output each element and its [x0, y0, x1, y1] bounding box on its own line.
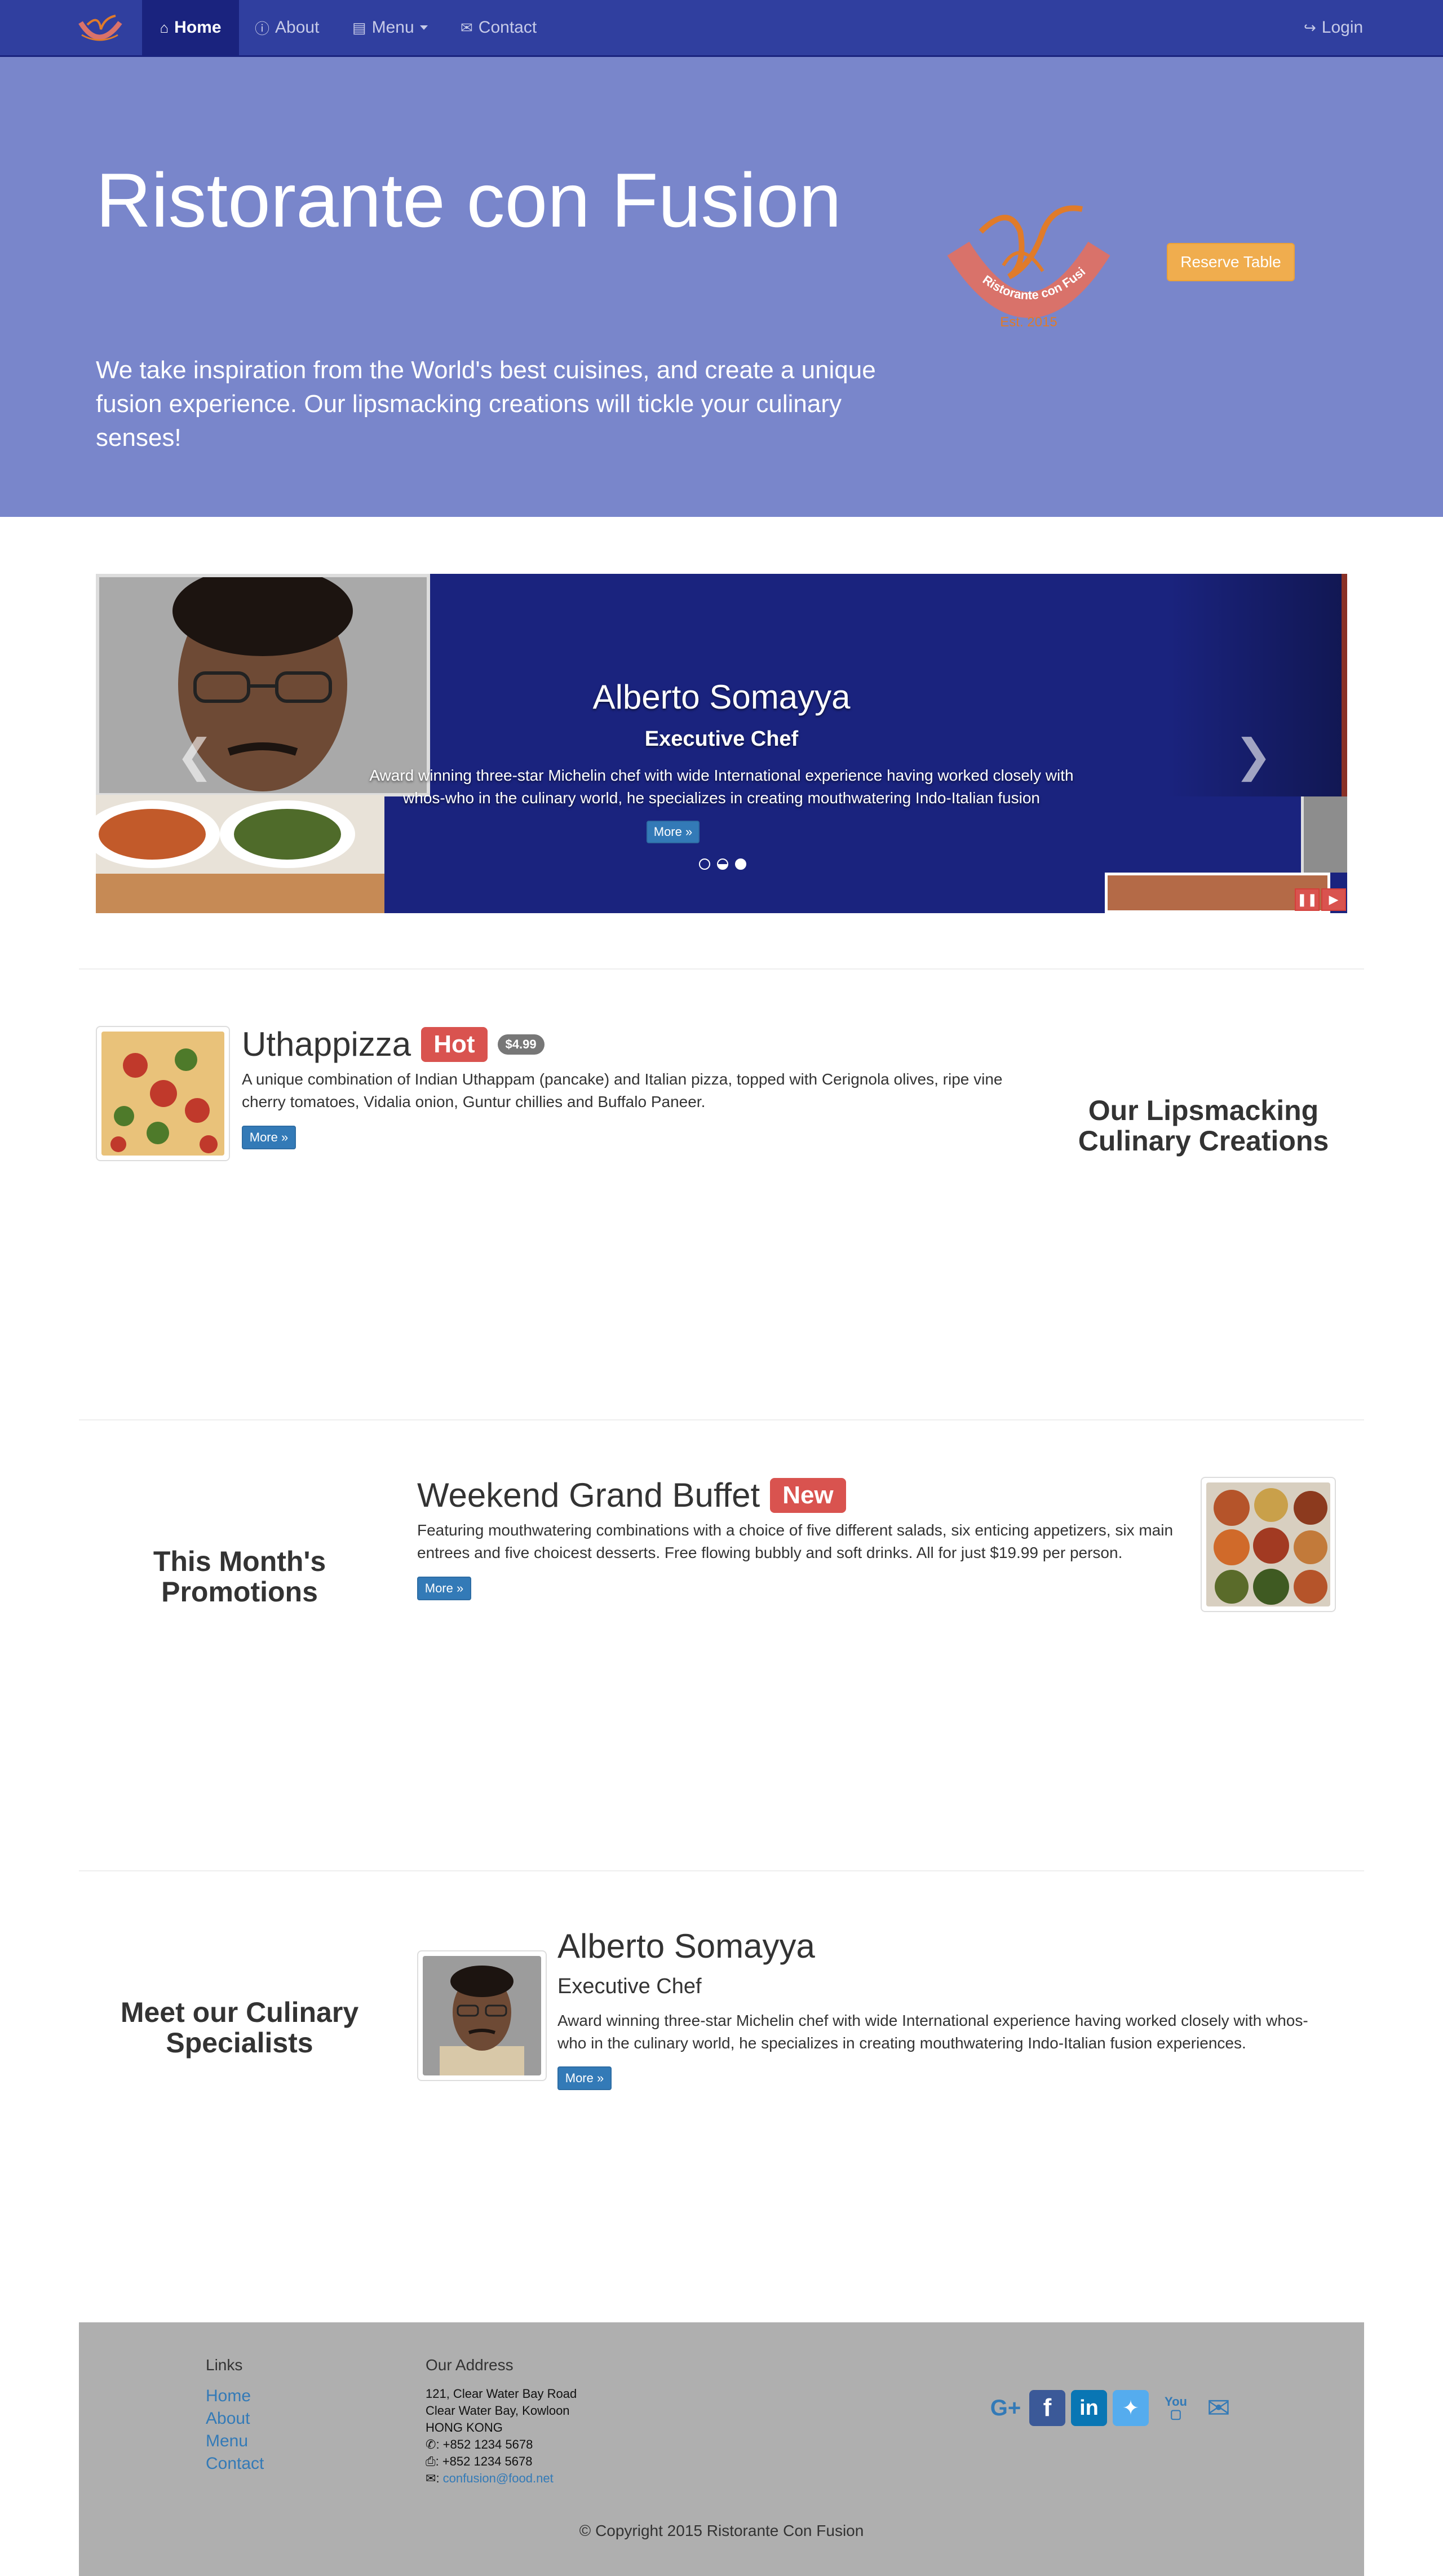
- footer-link-home[interactable]: Home: [206, 2387, 251, 2406]
- leader-description: Award winning three-star Michelin chef w…: [557, 2012, 1308, 2052]
- info-icon: ⓘ: [255, 20, 270, 37]
- dish-more-button[interactable]: More »: [242, 1126, 296, 1149]
- play-icon[interactable]: ▶: [1321, 888, 1346, 911]
- food-image-left: [96, 795, 384, 913]
- brand-logo[interactable]: [76, 12, 124, 47]
- login-icon: ↪: [1304, 19, 1316, 36]
- dish-heading: Uthappizza Hot $4.99: [242, 1025, 545, 1064]
- carousel-caption-title: Alberto Somayya: [592, 678, 851, 716]
- promotion-section-heading: This Month's Promotions: [153, 1546, 326, 1608]
- mail-icon[interactable]: ✉: [1201, 2390, 1237, 2426]
- address-line: 121, Clear Water Bay Road: [426, 2387, 577, 2401]
- leader-more-button[interactable]: More »: [557, 2066, 612, 2090]
- nav-login[interactable]: ↪ Login: [1304, 0, 1363, 55]
- divider: [79, 1870, 1364, 1871]
- promotion-heading: Weekend Grand Buffet New: [417, 1476, 846, 1515]
- footer-address-heading: Our Address: [426, 2356, 514, 2374]
- fax-number: : +852 1234 5678: [435, 2454, 533, 2468]
- address-line: Clear Water Bay, Kowloon: [426, 2404, 570, 2418]
- nav-home-label: Home: [174, 18, 222, 37]
- twitter-icon[interactable]: ✦: [1113, 2390, 1149, 2426]
- footer-link-menu[interactable]: Menu: [206, 2432, 248, 2451]
- nav-contact[interactable]: ✉ Contact: [461, 0, 537, 55]
- phone-line: ✆: +852 1234 5678: [426, 2436, 577, 2453]
- promotion-description: Featuring mouthwatering combinations wit…: [417, 1521, 1174, 1561]
- jumbotron: Ristorante con Fusion We take inspiratio…: [0, 57, 1443, 517]
- nav-about-label: About: [275, 18, 320, 37]
- leader-section-heading: Meet our Culinary Specialists: [120, 1997, 359, 2059]
- linkedin-icon[interactable]: in: [1071, 2390, 1107, 2426]
- footer-links-heading: Links: [206, 2356, 243, 2374]
- new-label: New: [770, 1477, 846, 1513]
- envelope-icon: ✉: [426, 2471, 436, 2485]
- envelope-icon: ✉: [461, 19, 473, 36]
- phone-number: : +852 1234 5678: [436, 2437, 533, 2451]
- nav-menu-label: Menu: [371, 18, 414, 37]
- hot-label: Hot: [421, 1026, 488, 1062]
- promotion-name: Weekend Grand Buffet: [417, 1476, 760, 1514]
- promotion-thumbnail: [1201, 1477, 1336, 1612]
- restaurant-logo: Ristorante con Fusion Est. 2015: [947, 198, 1110, 330]
- carousel-caption-text: Award winning three-star Michelin chef w…: [364, 767, 1079, 813]
- chevron-left-icon[interactable]: ❮: [176, 729, 214, 782]
- promotion-more-button[interactable]: More »: [417, 1577, 471, 1600]
- food-image-right: [1301, 796, 1347, 873]
- dish-thumbnail: [96, 1026, 230, 1161]
- jumbotron-text: We take inspiration from the World's bes…: [96, 356, 876, 452]
- jumbotron-title: Ristorante con Fusion: [96, 157, 842, 243]
- carousel-indicator-2[interactable]: [717, 858, 728, 870]
- footer-link-about[interactable]: About: [206, 2409, 250, 2428]
- carousel-more-button[interactable]: More »: [647, 821, 700, 843]
- caret-down-icon: [419, 25, 428, 30]
- dish-description: A unique combination of Indian Uthappam …: [242, 1070, 1003, 1110]
- divider: [79, 1419, 1364, 1420]
- home-icon: ⌂: [160, 19, 169, 36]
- nav-about[interactable]: ⓘ About: [255, 0, 319, 55]
- footer-address: 121, Clear Water Bay Road Clear Water Ba…: [426, 2385, 577, 2487]
- nav-home[interactable]: ⌂ Home: [142, 0, 239, 55]
- email-line: ✉: confusion@food.net: [426, 2471, 554, 2485]
- carousel: Alberto Somayya Executive Chef Award win…: [96, 574, 1347, 913]
- facebook-icon[interactable]: f: [1029, 2390, 1065, 2426]
- copyright: © Copyright 2015 Ristorante Con Fusion: [579, 2522, 864, 2539]
- youtube-icon[interactable]: You ▢: [1159, 2390, 1193, 2426]
- carousel-caption-subtitle: Executive Chef: [644, 727, 799, 751]
- phone-icon: ✆: [426, 2437, 436, 2451]
- pause-icon[interactable]: ❚❚: [1295, 888, 1320, 911]
- nav-contact-label: Contact: [478, 18, 537, 37]
- nav-menu-dropdown[interactable]: ▤ Menu: [352, 0, 428, 55]
- fax-icon: ⎙: [426, 2454, 436, 2468]
- leader-heading: Alberto Somayya: [557, 1927, 815, 1966]
- dish-section-heading: Our Lipsmacking Culinary Creations: [1078, 1095, 1329, 1157]
- leader-thumbnail: [417, 1950, 547, 2081]
- navbar: ⌂ Home ⓘ About ▤ Menu ✉ Contact ↪ Login: [0, 0, 1443, 57]
- leader-name: Alberto Somayya: [557, 1927, 815, 1965]
- address-line: HONG KONG: [426, 2420, 503, 2435]
- email-link[interactable]: confusion@food.net: [443, 2471, 554, 2485]
- google-plus-icon[interactable]: G+: [988, 2390, 1024, 2426]
- divider: [79, 968, 1364, 970]
- price-badge: $4.99: [497, 1034, 545, 1055]
- carousel-indicator-3[interactable]: [735, 858, 746, 870]
- reserve-table-button[interactable]: Reserve Table: [1167, 243, 1295, 281]
- nav-login-label: Login: [1321, 18, 1364, 37]
- list-icon: ▤: [352, 19, 366, 36]
- footer-link-contact[interactable]: Contact: [206, 2454, 264, 2473]
- svg-text:Est. 2015: Est. 2015: [1000, 315, 1057, 330]
- carousel-indicator-1[interactable]: [699, 858, 710, 870]
- chevron-right-icon[interactable]: ❯: [1234, 729, 1272, 782]
- fax-line: ⎙: +852 1234 5678: [426, 2453, 577, 2470]
- leader-role: Executive Chef: [557, 1975, 702, 1998]
- dish-name: Uthappizza: [242, 1025, 411, 1063]
